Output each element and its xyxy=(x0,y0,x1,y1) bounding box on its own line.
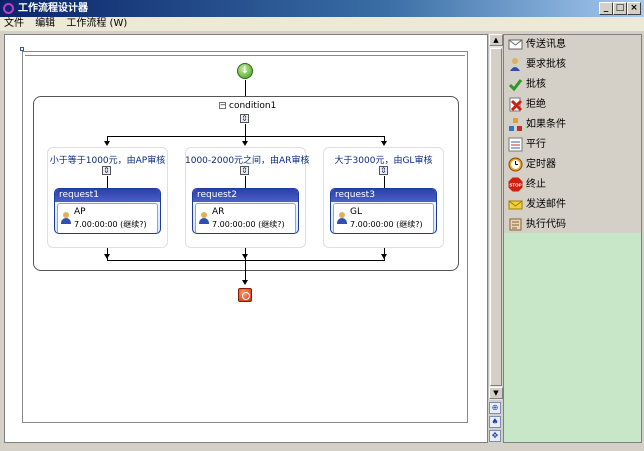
toolbox-item-label: 定时器 xyxy=(526,159,556,170)
collapse-icon[interactable]: − xyxy=(219,102,226,109)
menu-bar: 文件 编辑 工作流程 (W) xyxy=(0,17,644,31)
condition-name: condition1 xyxy=(229,101,277,111)
request-activity-3[interactable]: request3 GL 7.00:00:00 (继续?) xyxy=(330,188,437,234)
request-activity-1[interactable]: request1 AP 7.00:00:00 (继续?) xyxy=(54,188,161,234)
toolbox-item-label: 发送邮件 xyxy=(526,199,566,210)
toolbox-item-label: 批核 xyxy=(526,79,546,90)
workflow-start-icon[interactable]: ↓ xyxy=(237,63,253,79)
toolbox-item-timer[interactable]: 定时器 xyxy=(506,155,639,175)
menu-workflow[interactable]: 工作流程 (W) xyxy=(62,17,131,31)
user-icon xyxy=(337,212,347,224)
window-title: 工作流程设计器 xyxy=(18,3,88,14)
toolbox-item-terminate[interactable]: STOP 终止 xyxy=(506,175,639,195)
stop-icon: STOP xyxy=(508,177,523,192)
activity-role: AP xyxy=(74,207,86,217)
condition-expand-icon[interactable]: ⇕ xyxy=(240,114,249,123)
scroll-down-button[interactable]: ▼ xyxy=(489,387,503,399)
vertical-scrollbar[interactable]: ▲ ▼ xyxy=(488,34,503,400)
menu-file[interactable]: 文件 xyxy=(0,17,28,31)
toolbox-item-label: 平行 xyxy=(526,139,546,150)
arrow-icon xyxy=(242,141,248,146)
workflow-end-icon[interactable] xyxy=(238,288,252,302)
toolbox-item-label: 拒绝 xyxy=(526,99,546,110)
branch-title: 大于3000元，由GL审核 xyxy=(334,156,433,166)
app-icon xyxy=(3,3,14,14)
activity-timeout: 7.00:00:00 (继续?) xyxy=(212,220,285,229)
toolbox-item-request-approval[interactable]: 要求批核 xyxy=(506,55,639,75)
activity-timeout: 7.00:00:00 (继续?) xyxy=(74,220,147,229)
maximize-button[interactable]: □ xyxy=(613,2,627,15)
branch-expand-icon[interactable]: ⇕ xyxy=(379,166,388,175)
checkmark-icon xyxy=(508,79,523,92)
activity-timeout: 7.00:00:00 (继续?) xyxy=(350,220,423,229)
zoom-icon[interactable]: ⊕ xyxy=(489,402,501,414)
branch-expand-icon[interactable]: ⇕ xyxy=(240,166,249,175)
condition-icon xyxy=(509,118,522,131)
timer-icon xyxy=(508,157,523,172)
minimize-button[interactable]: _ xyxy=(599,2,613,15)
toolbox-item-send-message[interactable]: 传送讯息 xyxy=(506,35,639,55)
toolbox-item-execute-code[interactable]: 执行代码 xyxy=(506,215,639,235)
activity-body: AR 7.00:00:00 (继续?) xyxy=(195,203,296,233)
activity-body: AP 7.00:00:00 (继续?) xyxy=(57,203,158,233)
scroll-up-button[interactable]: ▲ xyxy=(489,34,503,46)
activity-role: GL xyxy=(350,207,362,217)
toolbox-item-if-condition[interactable]: 如果条件 xyxy=(506,115,639,135)
request-activity-2[interactable]: request2 AR 7.00:00:00 (继续?) xyxy=(192,188,299,234)
arrow-icon xyxy=(104,254,110,259)
activity-name: request3 xyxy=(331,189,436,202)
activity-body: GL 7.00:00:00 (继续?) xyxy=(333,203,434,233)
connector xyxy=(107,136,385,137)
connector xyxy=(245,124,246,136)
branch-title: 1000-2000元之间，由AR审核 xyxy=(185,156,310,166)
toolbox-item-reject[interactable]: 拒绝 xyxy=(506,95,639,115)
window-title-bar: 工作流程设计器 _ □ × xyxy=(0,0,644,17)
arrow-icon xyxy=(242,280,248,285)
close-button[interactable]: × xyxy=(627,2,641,15)
branch-title: 小于等于1000元，由AP审核 xyxy=(49,156,166,166)
envelope-icon xyxy=(508,39,523,50)
arrow-icon xyxy=(381,254,387,259)
arrow-icon xyxy=(242,254,248,259)
activity-name: request1 xyxy=(55,189,160,202)
branch-expand-icon[interactable]: ⇕ xyxy=(102,166,111,175)
toolbox-item-label: 传送讯息 xyxy=(526,39,566,50)
parallel-icon xyxy=(508,137,523,152)
connector xyxy=(245,176,246,188)
pan-icon[interactable]: ✥ xyxy=(489,430,501,442)
toolbox-item-send-email[interactable]: 发送邮件 xyxy=(506,195,639,215)
toolbox-item-label: 要求批核 xyxy=(526,59,566,70)
toolbox-item-label: 如果条件 xyxy=(526,119,566,130)
user-icon xyxy=(199,212,209,224)
toolbox-item-label: 终止 xyxy=(526,179,546,190)
svg-text:STOP: STOP xyxy=(509,183,521,188)
toolbox-item-parallel[interactable]: 平行 xyxy=(506,135,639,155)
connector xyxy=(384,176,385,188)
toolbox-panel: 传送讯息 要求批核 批核 拒绝 如果条件 平行 定时器 STOP 终止 发送邮件… xyxy=(503,34,642,443)
find-icon[interactable]: ♠ xyxy=(489,416,501,428)
connector xyxy=(107,260,385,261)
activity-role: AR xyxy=(212,207,225,217)
connector xyxy=(245,80,246,96)
toolbox-item-label: 执行代码 xyxy=(526,219,566,230)
activity-name: request2 xyxy=(193,189,298,202)
connector xyxy=(107,176,108,188)
user-icon xyxy=(61,212,71,224)
menu-edit[interactable]: 编辑 xyxy=(31,17,59,31)
arrow-icon xyxy=(104,141,110,146)
mail-icon xyxy=(508,200,523,210)
condition-title: − condition1 xyxy=(219,101,276,111)
toolbox-item-approve[interactable]: 批核 xyxy=(506,75,639,95)
user-request-icon xyxy=(510,58,520,71)
arrow-icon xyxy=(381,141,387,146)
scroll-thumb[interactable] xyxy=(490,48,502,386)
reject-icon xyxy=(509,97,523,112)
code-icon xyxy=(509,218,522,231)
connector xyxy=(245,260,246,282)
